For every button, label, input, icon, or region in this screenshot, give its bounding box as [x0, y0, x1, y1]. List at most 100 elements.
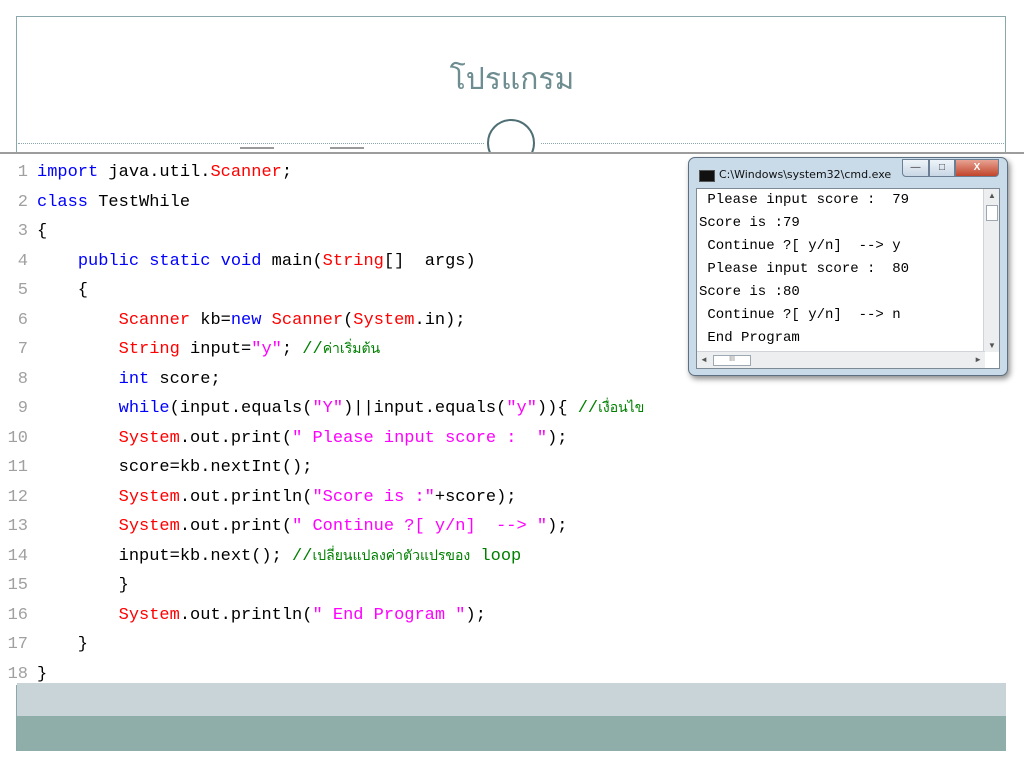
code-token: ; [281, 163, 293, 182]
console-output-line: Score is :80 [699, 284, 800, 300]
scroll-left-icon[interactable]: ◄ [700, 355, 708, 364]
line-number: 7 [17, 340, 28, 359]
code-token: main( [261, 251, 323, 271]
horizontal-scroll-thumb[interactable]: III [713, 355, 751, 366]
code-token: )||input.equals( [343, 399, 507, 418]
console-output-line: Continue ?[ y/n] --> y [699, 238, 901, 254]
code-token: .out.print( [179, 517, 293, 536]
line-number: 13 [7, 517, 28, 536]
code-token: String [118, 340, 180, 359]
code-token: } [37, 576, 129, 595]
code-token: (input.equals( [169, 399, 313, 418]
console-output-line: End Program [699, 330, 800, 346]
code-token: ); [547, 517, 568, 536]
code-token: "y" [251, 340, 282, 359]
minimize-button[interactable]: — [902, 159, 929, 177]
code-token: score; [149, 369, 221, 389]
code-token: [] args) [383, 251, 476, 271]
line-number: 3 [17, 222, 28, 241]
code-line: 14 input=kb.next(); //เปลี่ยนแปลงค่าตัวแ… [0, 542, 522, 571]
code-token: input=kb.next(); [37, 546, 293, 566]
code-token: import [37, 163, 99, 182]
code-token: )){ [536, 399, 578, 418]
line-number: 1 [17, 163, 28, 182]
code-token: "y" [506, 399, 537, 418]
code-token: " Please input score : " [292, 428, 548, 448]
code-token: // [577, 399, 599, 418]
line-number: 11 [7, 458, 28, 477]
line-number: 15 [7, 576, 28, 595]
code-token: .in); [414, 310, 466, 330]
code-token: .out.println( [179, 487, 313, 507]
code-token: } [37, 664, 48, 684]
cmd-icon [699, 170, 715, 182]
code-token: String [322, 251, 384, 271]
code-line: 13 System.out.print(" Continue ?[ y/n] -… [0, 512, 568, 541]
code-line: 7 String input="y"; //ค่าเริ่มต้น [0, 335, 380, 364]
console-output-line: Score is :79 [699, 215, 800, 231]
code-token: System [353, 310, 415, 330]
cmd-window[interactable]: C:\Windows\system32\cmd.exe — □ X ▲ ▼ ◄ … [688, 157, 1008, 376]
code-line: 4 public static void main(String[] args) [0, 247, 476, 276]
code-token: TestWhile [88, 192, 191, 212]
code-line: 8 int score; [0, 365, 221, 394]
line-number: 16 [7, 605, 28, 625]
code-line: 16 System.out.println(" End Program "); [0, 601, 486, 630]
code-token: System [118, 428, 180, 448]
line-number: 6 [17, 310, 28, 330]
divider-dash [330, 147, 364, 149]
line-number: 9 [17, 399, 28, 418]
code-token: " Continue ?[ y/n] --> " [292, 517, 548, 536]
code-token: kb= [190, 310, 231, 330]
close-button[interactable]: X [955, 159, 999, 177]
maximize-button[interactable]: □ [929, 159, 955, 177]
code-token: new [230, 310, 262, 330]
scroll-right-icon[interactable]: ► [974, 355, 982, 364]
code-token: .out.print( [179, 428, 293, 448]
code-line: 17 } [0, 630, 88, 659]
horizontal-scrollbar[interactable]: ◄ III ► [697, 351, 985, 368]
cmd-title: C:\Windows\system32\cmd.exe [719, 168, 892, 181]
console-output-line: Please input score : 79 [699, 192, 910, 208]
cmd-titlebar[interactable]: C:\Windows\system32\cmd.exe — □ X [689, 158, 1007, 188]
code-token: ค่าเริ่มต้น [322, 341, 381, 357]
divider-dash [240, 147, 274, 149]
code-token: System [118, 517, 180, 536]
line-number: 5 [17, 281, 28, 300]
code-token: loop [470, 546, 522, 566]
slide-title: โปรแกรม [449, 62, 575, 97]
code-token: while [118, 399, 170, 418]
footer-bar-dark [17, 716, 1006, 751]
scroll-up-icon[interactable]: ▲ [988, 191, 996, 200]
vertical-scroll-thumb[interactable] [986, 205, 998, 221]
vertical-scrollbar[interactable]: ▲ ▼ [983, 189, 999, 352]
code-token: ); [465, 605, 486, 625]
code-line: 12 System.out.println("Score is :"+score… [0, 483, 517, 512]
code-token: System [118, 487, 180, 507]
line-number: 14 [7, 546, 28, 566]
cmd-output-area[interactable]: ▲ ▼ ◄ III ► Please input score : 79 Score… [696, 188, 1000, 369]
code-token: } [37, 635, 89, 654]
scroll-down-icon[interactable]: ▼ [988, 341, 996, 350]
code-token: int [118, 369, 150, 389]
code-token: public static void [77, 251, 262, 271]
code-line: 15 } [0, 571, 129, 600]
code-token: { [37, 281, 89, 300]
code-line: 9 while(input.equals("Y")||input.equals(… [0, 394, 645, 423]
code-token: ); [547, 428, 568, 448]
code-line: 2 class TestWhile [0, 188, 190, 217]
line-number: 8 [17, 369, 28, 389]
line-number: 12 [7, 487, 28, 507]
code-token: "Score is :" [312, 487, 435, 507]
line-number: 4 [17, 251, 28, 271]
code-line: 11 score=kb.nextInt(); [0, 453, 313, 482]
code-token: ; [281, 340, 303, 359]
code-token: เงื่อนไข [598, 400, 645, 416]
